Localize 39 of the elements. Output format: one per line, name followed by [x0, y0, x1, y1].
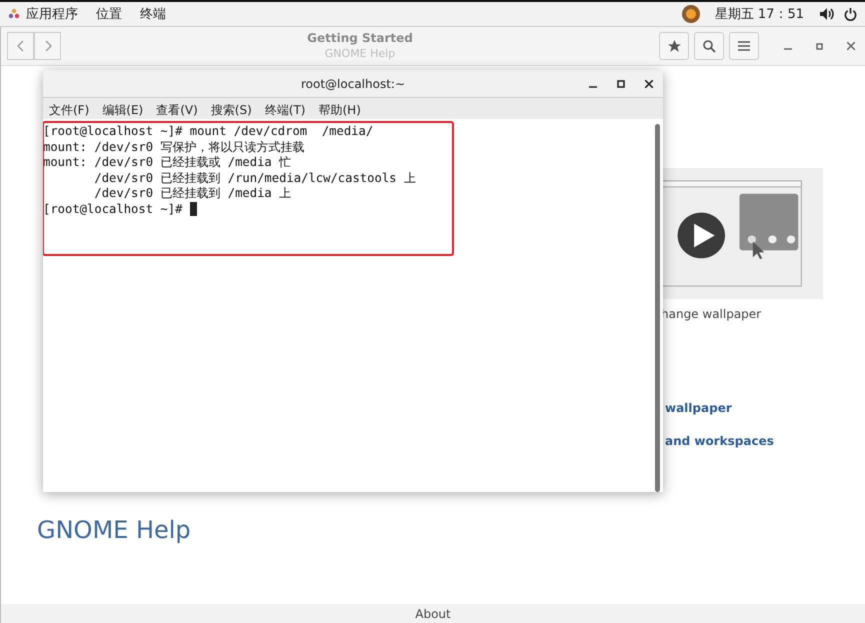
terminal-line: mount: /dev/sr0 已经挂载或 /media 忙	[43, 155, 292, 170]
window-title: Getting Started	[307, 31, 413, 46]
menu-item[interactable]: 编辑(E)	[102, 102, 144, 119]
terminal-line: mount: /dev/sr0 写保护，将以只读方式挂载	[43, 140, 304, 155]
search-icon	[702, 40, 716, 52]
menu-item[interactable]: 帮助(H)	[318, 102, 361, 119]
forward-icon	[44, 40, 52, 52]
apps-icon[interactable]	[8, 8, 20, 20]
maximize-icon[interactable]	[617, 80, 625, 88]
window-subtitle: GNOME Help	[324, 46, 396, 61]
menu-item[interactable]: 查看(V)	[156, 102, 198, 119]
terminal-line: /dev/sr0 已经挂载到 /media 上	[93, 186, 292, 202]
about-link[interactable]: About	[415, 606, 451, 620]
terminal-line: [root@localhost ~]#	[43, 202, 184, 217]
power-icon[interactable]	[844, 8, 857, 20]
terminal-line: [root@localhost ~]# mount /dev/cdrom /media/	[43, 124, 374, 140]
help-link[interactable]: wallpaper	[665, 400, 732, 414]
top-menu[interactable]: 位置	[96, 5, 122, 23]
section-heading[interactable]: GNOME Help	[37, 516, 191, 544]
menu-icon	[738, 41, 750, 51]
back-icon	[16, 40, 24, 52]
menu-item[interactable]: 搜索(S)	[210, 102, 252, 119]
search-button[interactable]	[694, 32, 724, 60]
top-menu[interactable]: 应用程序	[26, 5, 78, 23]
volume-icon[interactable]	[820, 8, 834, 20]
help-link[interactable]: and workspaces	[665, 434, 774, 448]
terminal-title: root@localhost:~	[300, 76, 406, 90]
app-indicator-icon[interactable]	[680, 4, 701, 24]
menu-item[interactable]: 文件(F)	[49, 102, 90, 119]
star-icon	[668, 40, 680, 52]
menu-button[interactable]	[729, 32, 759, 60]
bookmark-button[interactable]	[659, 32, 689, 60]
terminal-line: /dev/sr0 已经挂载到 /run/media/lcw/castools 上	[93, 170, 416, 186]
close-icon[interactable]	[645, 80, 653, 88]
cursor-icon	[190, 202, 197, 216]
clock[interactable]: 星期五 17：51	[714, 5, 804, 23]
menu-item[interactable]: 终端(T)	[264, 102, 306, 119]
scrollbar[interactable]	[655, 124, 660, 492]
top-menu[interactable]: 终端	[140, 5, 166, 23]
